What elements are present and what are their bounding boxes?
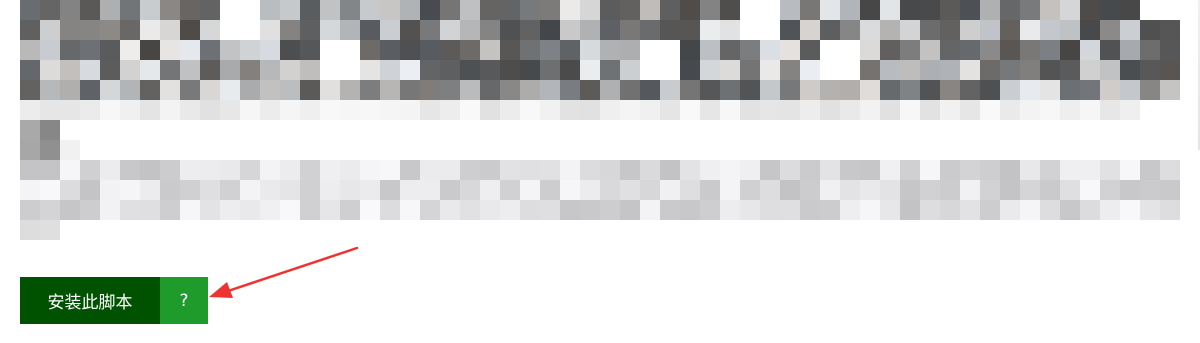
install-help-button[interactable]: ? <box>160 277 208 324</box>
install-script-button[interactable]: 安装此脚本 <box>20 277 160 324</box>
redacted-description <box>20 0 1190 250</box>
annotation-arrow <box>209 246 359 298</box>
install-button-group: 安装此脚本 ? <box>20 277 208 324</box>
